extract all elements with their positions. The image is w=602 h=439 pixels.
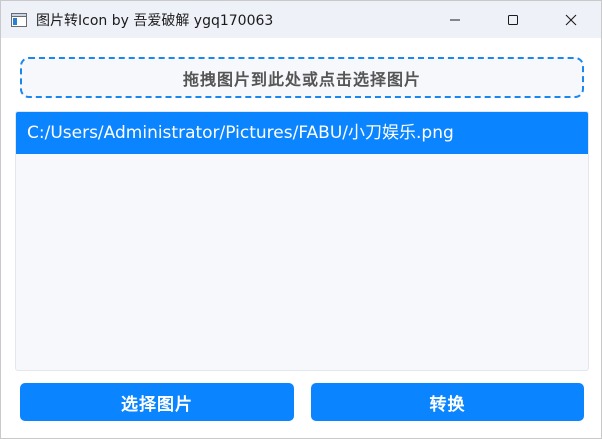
maximize-icon — [507, 14, 519, 26]
title-bar[interactable]: 图片转Icon by 吾爱破解 ygq170063 — [1, 1, 601, 38]
file-path: C:/Users/Administrator/Pictures/FABU/小刀娱… — [27, 123, 454, 143]
select-image-button[interactable]: 选择图片 — [20, 383, 294, 421]
app-window: 图片转Icon by 吾爱破解 ygq170063 拖拽图片到此处或点击选择图片… — [0, 0, 602, 439]
select-image-label: 选择图片 — [121, 394, 193, 415]
list-item[interactable]: C:/Users/Administrator/Pictures/FABU/小刀娱… — [16, 112, 588, 154]
convert-button[interactable]: 转换 — [311, 383, 584, 421]
drop-zone[interactable]: 拖拽图片到此处或点击选择图片 — [20, 57, 584, 98]
minimize-icon — [449, 14, 461, 26]
window-app-icon — [11, 12, 27, 27]
maximize-button[interactable] — [490, 1, 536, 38]
minimize-button[interactable] — [432, 1, 478, 38]
window-title: 图片转Icon by 吾爱破解 ygq170063 — [36, 13, 274, 29]
close-icon — [565, 14, 577, 26]
main-content: 拖拽图片到此处或点击选择图片 C:/Users/Administrator/Pi… — [1, 38, 601, 438]
convert-label: 转换 — [429, 394, 466, 415]
drop-zone-label: 拖拽图片到此处或点击选择图片 — [182, 69, 421, 89]
close-button[interactable] — [548, 1, 594, 38]
file-list[interactable]: C:/Users/Administrator/Pictures/FABU/小刀娱… — [15, 111, 589, 371]
